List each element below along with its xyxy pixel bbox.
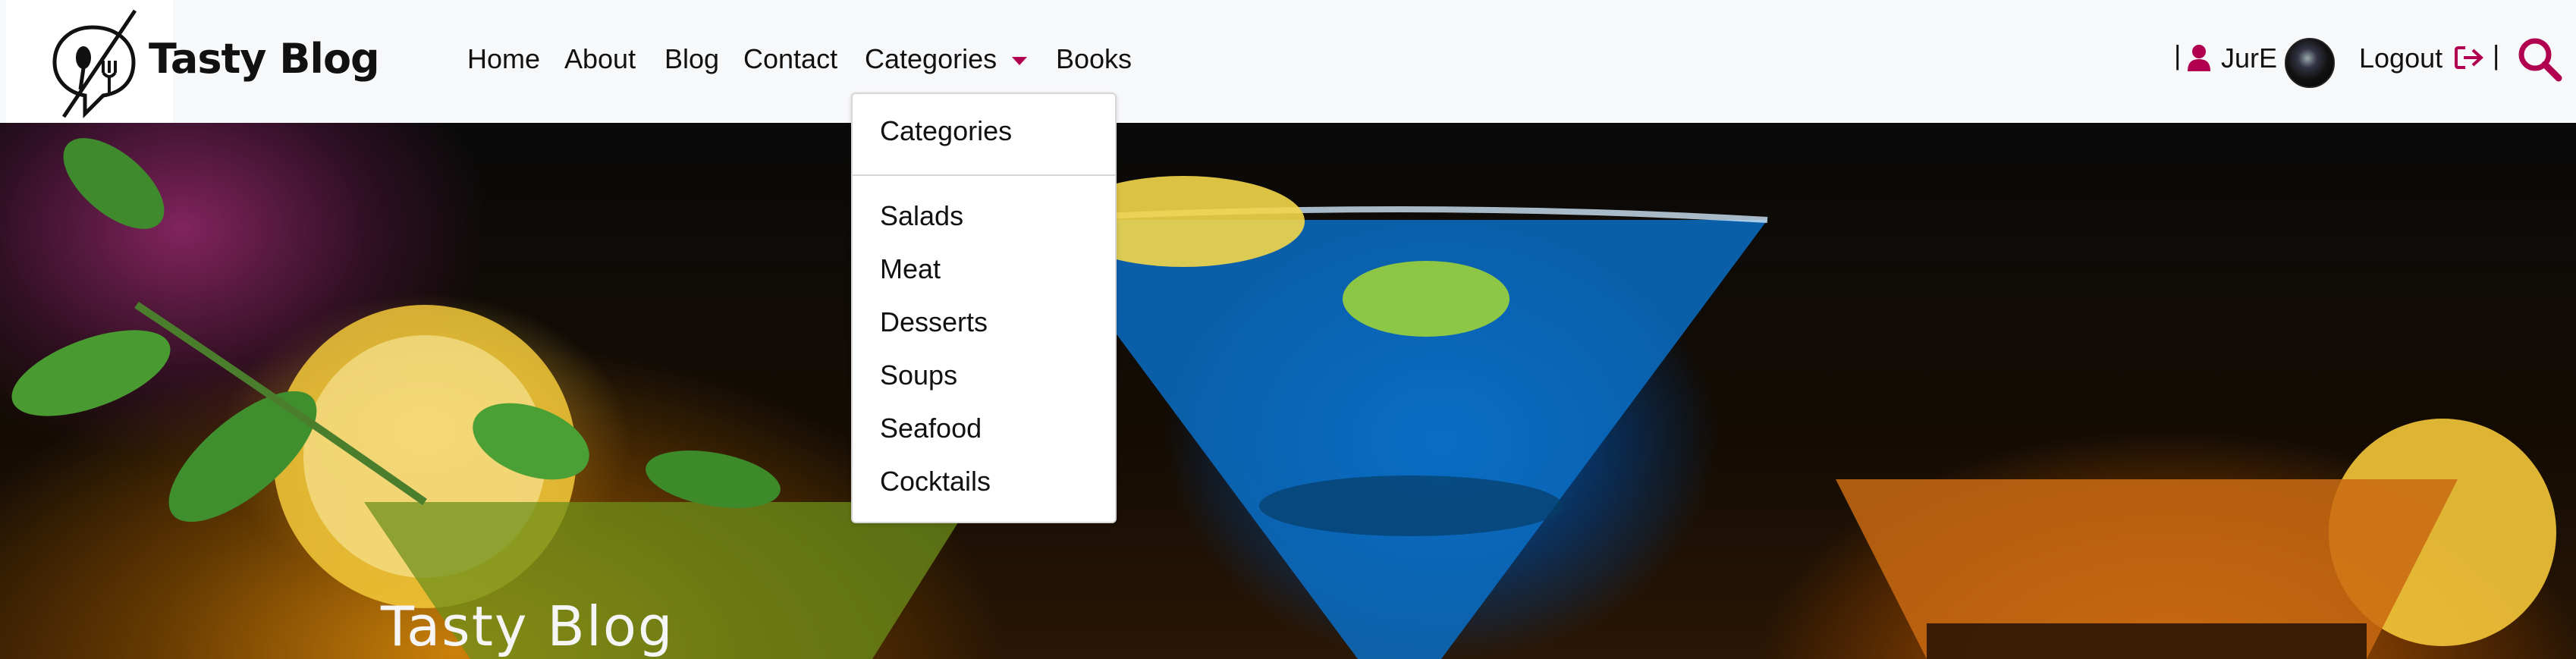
nav-about[interactable]: About xyxy=(564,43,636,75)
user-icon xyxy=(2188,45,2210,71)
separator: | xyxy=(2493,39,2500,71)
caret-down-icon xyxy=(1012,56,1028,65)
username[interactable]: JurE xyxy=(2221,42,2277,74)
brand-name[interactable]: Tasty Blog xyxy=(149,35,380,83)
nav-books[interactable]: Books xyxy=(1056,43,1132,75)
dropdown-item-salads[interactable]: Salads xyxy=(880,200,963,232)
logo-icon xyxy=(52,9,137,119)
separator: | xyxy=(2174,39,2182,71)
categories-dropdown: Categories Salads Meat Desserts Soups Se… xyxy=(851,93,1117,523)
dropdown-item-cocktails[interactable]: Cocktails xyxy=(880,466,991,497)
nav-contact[interactable]: Contact xyxy=(743,43,837,75)
nav-blog[interactable]: Blog xyxy=(664,43,719,75)
avatar[interactable] xyxy=(2285,38,2335,88)
logout-link[interactable]: Logout xyxy=(2359,42,2442,74)
search-icon[interactable] xyxy=(2517,36,2562,82)
nav-home[interactable]: Home xyxy=(467,43,540,75)
nav-categories-toggle[interactable]: Categories xyxy=(865,43,1028,75)
logout-icon[interactable] xyxy=(2455,46,2483,70)
logo-link[interactable] xyxy=(6,0,173,123)
dropdown-item-soups[interactable]: Soups xyxy=(880,359,957,391)
dropdown-divider xyxy=(853,174,1115,176)
hero-title: Tasty Blog xyxy=(381,595,674,658)
hero-banner: Tasty Blog xyxy=(0,123,2576,659)
navbar: Tasty Blog Home About Blog Contact Categ… xyxy=(0,0,2576,123)
dropdown-header[interactable]: Categories xyxy=(880,115,1012,147)
dropdown-item-seafood[interactable]: Seafood xyxy=(880,413,982,444)
nav-categories-label: Categories xyxy=(865,43,997,74)
dropdown-item-meat[interactable]: Meat xyxy=(880,253,941,285)
dropdown-item-desserts[interactable]: Desserts xyxy=(880,306,988,338)
hero-image xyxy=(11,138,2556,659)
